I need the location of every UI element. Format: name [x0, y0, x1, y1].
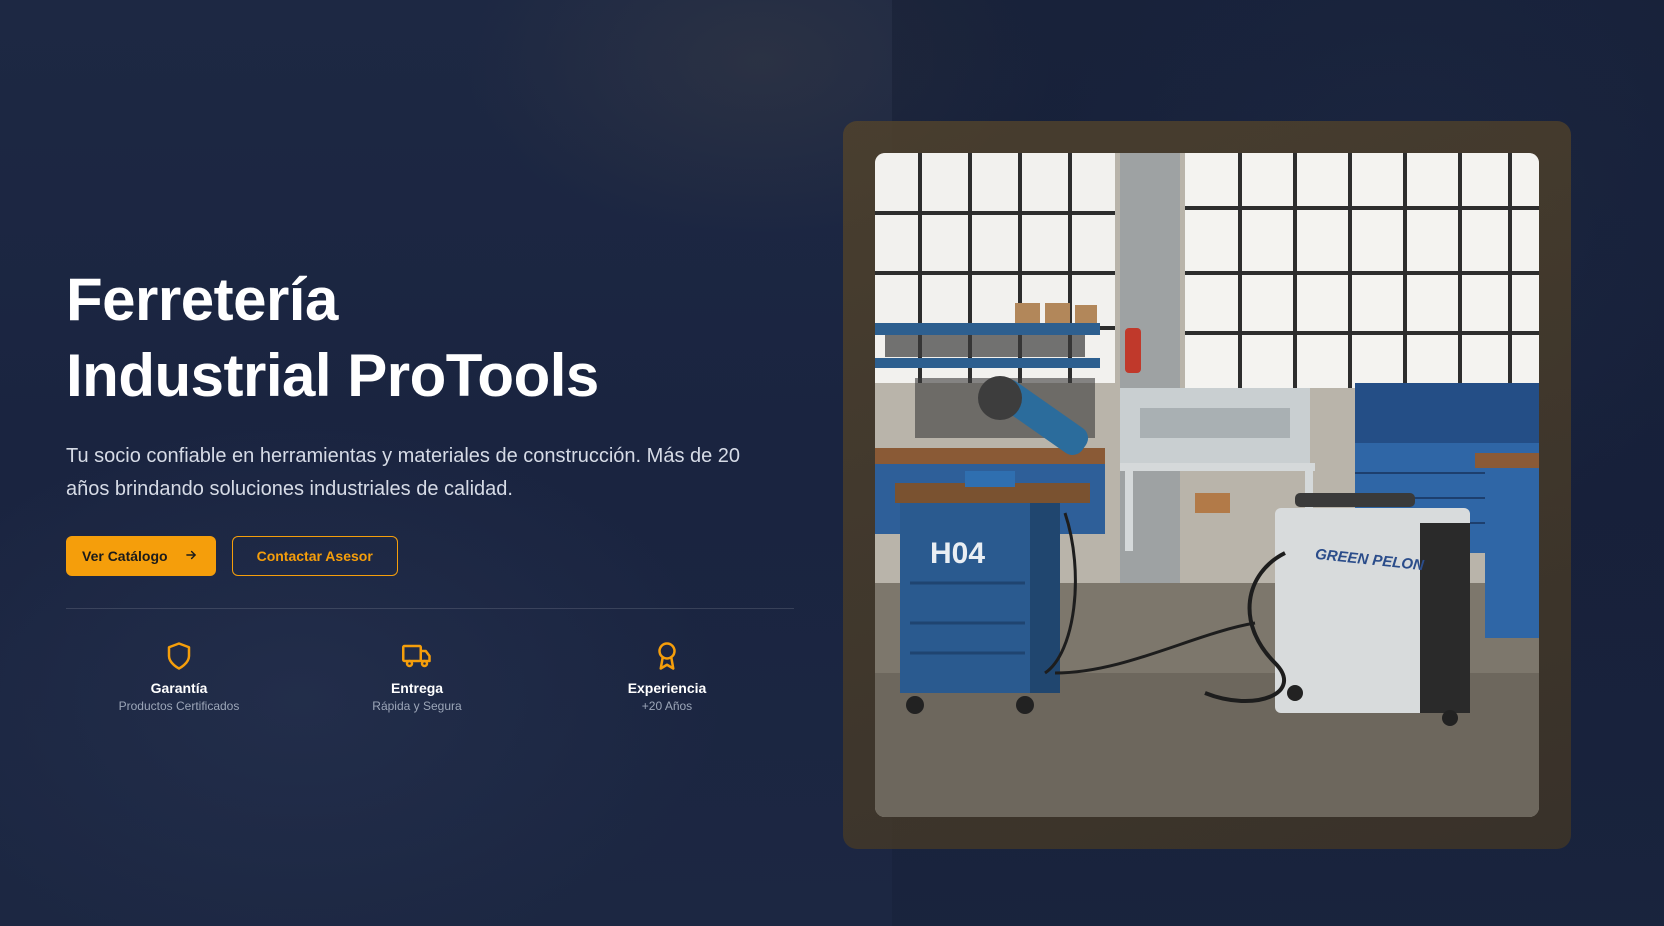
feature-warranty: Garantía Productos Certificados: [66, 641, 292, 714]
divider: [66, 608, 794, 609]
view-catalog-label: Ver Catálogo: [82, 548, 168, 564]
feature-title: Garantía: [150, 680, 208, 696]
feature-title: Entrega: [390, 680, 444, 696]
hero-content: Ferretería Industrial ProTools Tu socio …: [66, 262, 796, 714]
feature-delivery: Entrega Rápida y Segura: [292, 641, 542, 714]
arrow-right-icon: [184, 548, 198, 565]
hero-subtitle: Tu socio confiable en herramientas y mat…: [66, 445, 741, 500]
feature-title: Experiencia: [627, 680, 707, 696]
feature-subtitle: +20 Años: [641, 699, 693, 713]
features-list: Garantía Productos Certificados Entrega …: [66, 641, 794, 714]
hero-title-line1: Ferretería: [66, 266, 338, 333]
workshop-photo: H04 GREEN PELON: [875, 153, 1539, 817]
feature-subtitle: Productos Certificados: [118, 699, 240, 713]
hero-title: Ferretería Industrial ProTools: [66, 262, 796, 414]
award-icon: [652, 641, 682, 671]
shield-icon: [164, 641, 194, 671]
cabinet-label: H04: [930, 537, 985, 570]
hero-title-line2: Industrial ProTools: [66, 342, 599, 409]
contact-advisor-label: Contactar Asesor: [256, 548, 373, 564]
feature-subtitle: Rápida y Segura: [372, 699, 462, 713]
truck-icon: [402, 641, 432, 671]
contact-advisor-button[interactable]: Contactar Asesor: [231, 536, 398, 576]
hero-buttons: Ver Catálogo Contactar Asesor: [66, 536, 796, 576]
view-catalog-button[interactable]: Ver Catálogo: [66, 536, 216, 576]
feature-experience: Experiencia +20 Años: [542, 641, 792, 714]
